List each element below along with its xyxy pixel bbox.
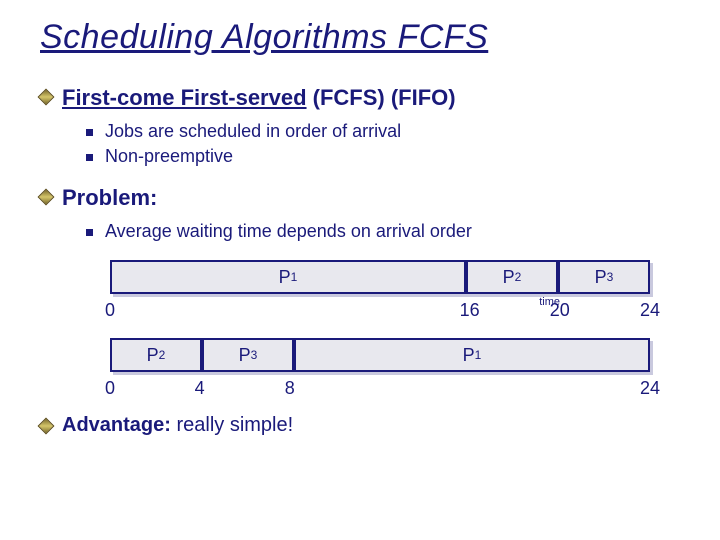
gantt2-p1-sub: 1 xyxy=(475,348,482,362)
gantt1-tick-0: 0 xyxy=(105,300,115,321)
gantt2-p3-sub: 3 xyxy=(251,348,258,362)
gantt2-tick-4: 4 xyxy=(195,378,205,399)
slide-title: Scheduling Algorithms FCFS xyxy=(40,18,680,57)
gantt2-tick-0: 0 xyxy=(105,378,115,399)
bullet-fcfs-underlined: First-come First-served xyxy=(62,85,307,110)
diamond-icon xyxy=(38,418,55,435)
diamond-icon xyxy=(38,89,55,106)
gantt1-p1: P1 xyxy=(110,260,466,294)
sub-nonpreemptive-text: Non-preemptive xyxy=(105,146,233,167)
bullet-advantage-bold: Advantage: xyxy=(62,414,171,436)
bullet-problem-text: Problem: xyxy=(62,185,157,211)
gantt1-p3: P3 xyxy=(558,260,650,294)
bullet-problem: Problem: xyxy=(40,185,680,211)
bullet-fcfs-rest: (FCFS) (FIFO) xyxy=(307,85,456,110)
gantt1-tick-20: 20 xyxy=(550,300,570,321)
gantt2-p1-label: P xyxy=(463,345,475,366)
bullet-fcfs: First-come First-served (FCFS) (FIFO) xyxy=(40,85,680,111)
gantt1-p2: P2 xyxy=(466,260,558,294)
gantt1-tick-16: 16 xyxy=(460,300,480,321)
square-icon xyxy=(86,229,93,236)
sublist-fcfs: Jobs are scheduled in order of arrival N… xyxy=(86,121,680,167)
bullet-advantage-rest: really simple! xyxy=(171,414,293,436)
bullet-advantage: Advantage: really simple! xyxy=(40,414,680,437)
gantt1-tick-24: 24 xyxy=(640,300,660,321)
sub-jobs-order: Jobs are scheduled in order of arrival xyxy=(86,121,680,142)
sub-avg-wait-text: Average waiting time depends on arrival … xyxy=(105,221,472,242)
diamond-icon xyxy=(38,189,55,206)
gantt2-p2: P2 xyxy=(110,338,202,372)
bullet-fcfs-text: First-come First-served (FCFS) (FIFO) xyxy=(62,85,456,111)
gantt2-p3-label: P xyxy=(239,345,251,366)
gantt1-p2-sub: 2 xyxy=(515,270,522,284)
sublist-problem: Average waiting time depends on arrival … xyxy=(86,221,680,242)
gantt2-p2-label: P xyxy=(147,345,159,366)
gantt-chart-2: P2 P3 P1 0 4 8 24 xyxy=(110,338,650,400)
bullet-advantage-text: Advantage: really simple! xyxy=(62,414,293,437)
gantt2-p3: P3 xyxy=(202,338,294,372)
square-icon xyxy=(86,129,93,136)
gantt1-p1-label: P xyxy=(279,267,291,288)
gantt2-p2-sub: 2 xyxy=(159,348,166,362)
gantt2-tick-8: 8 xyxy=(285,378,295,399)
sub-avg-wait: Average waiting time depends on arrival … xyxy=(86,221,680,242)
sub-jobs-order-text: Jobs are scheduled in order of arrival xyxy=(105,121,401,142)
gantt1-p2-label: P xyxy=(503,267,515,288)
gantt1-p3-label: P xyxy=(595,267,607,288)
square-icon xyxy=(86,154,93,161)
gantt2-tick-24: 24 xyxy=(640,378,660,399)
gantt1-p3-sub: 3 xyxy=(607,270,614,284)
gantt-chart-1: P1 P2 P3 time 0 16 20 24 xyxy=(110,260,650,322)
gantt2-p1: P1 xyxy=(294,338,650,372)
sub-nonpreemptive: Non-preemptive xyxy=(86,146,680,167)
gantt1-p1-sub: 1 xyxy=(291,270,298,284)
